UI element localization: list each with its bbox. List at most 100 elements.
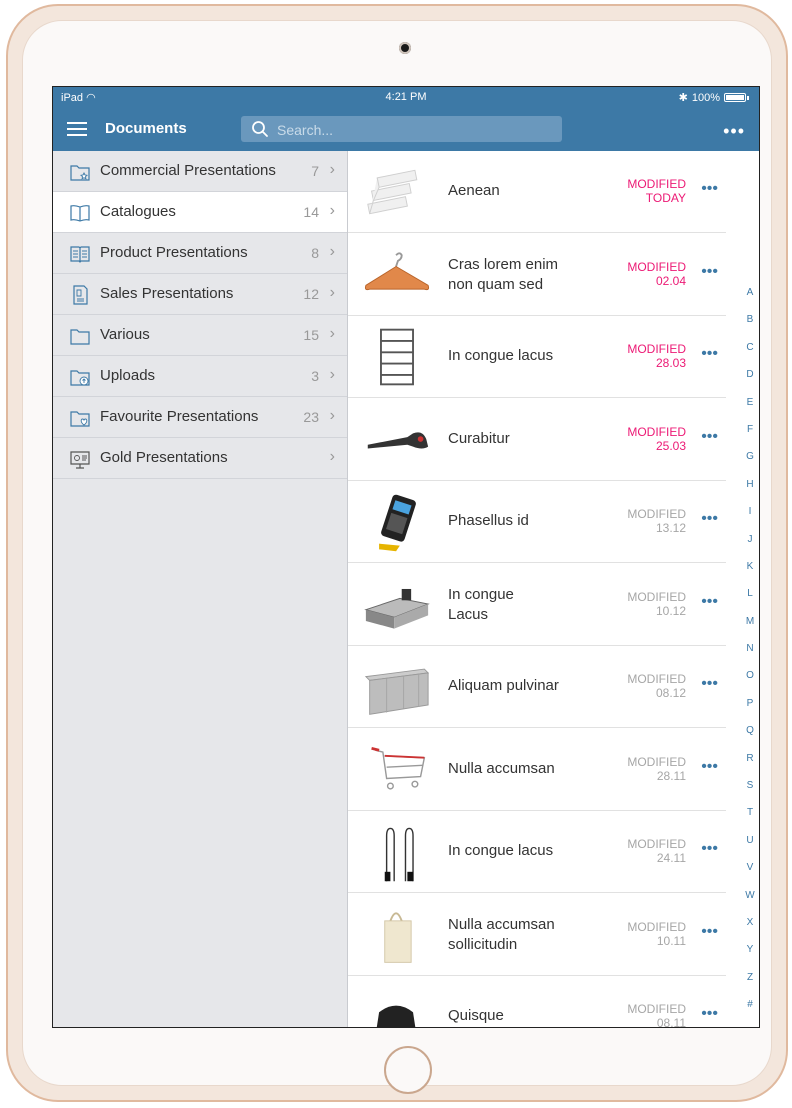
sidebar-item-product-presentations[interactable]: Product Presentations 8 ›: [53, 233, 347, 274]
alphabet-index-letter[interactable]: S: [739, 780, 759, 807]
document-row[interactable]: Phasellus id MODIFIED 13.12 •••: [348, 481, 726, 563]
alphabet-index-letter[interactable]: L: [739, 588, 759, 615]
search-icon: [252, 121, 268, 137]
app-screen: iPad ◠ 4:21 PM ✱ 100% Documents ••• Comm…: [52, 86, 760, 1028]
home-button[interactable]: [384, 1046, 432, 1094]
document-row[interactable]: Nulla accumsan MODIFIED 28.11 •••: [348, 729, 726, 811]
modified-label: MODIFIED 08.12: [627, 672, 686, 700]
row-more-icon[interactable]: •••: [701, 345, 718, 363]
sidebar-item-favourite-presentations[interactable]: Favourite Presentations 23 ›: [53, 397, 347, 438]
document-title: Cras lorem enim non quam sed: [448, 255, 598, 295]
sidebar-item-count: 14: [303, 204, 319, 220]
sidebar-item-catalogues[interactable]: Catalogues 14 ›: [53, 192, 347, 233]
search-input[interactable]: [275, 118, 559, 142]
sidebar-item-gold-presentations[interactable]: Gold Presentations ›: [53, 438, 347, 479]
sidebar-item-count: 15: [303, 327, 319, 343]
alphabet-index-letter[interactable]: Z: [739, 972, 759, 999]
row-more-icon[interactable]: •••: [701, 593, 718, 611]
alphabet-index-letter[interactable]: C: [739, 342, 759, 369]
more-options-icon[interactable]: •••: [723, 121, 745, 142]
document-row[interactable]: In congue lacus MODIFIED 24.11 •••: [348, 811, 726, 893]
alphabet-index-letter[interactable]: E: [739, 397, 759, 424]
document-title-line-1: Nulla accumsan: [448, 915, 555, 933]
modified-label: MODIFIED TODAY: [627, 177, 686, 205]
alphabet-index-letter[interactable]: F: [739, 424, 759, 451]
alphabet-index-letter[interactable]: #: [739, 999, 759, 1026]
document-row[interactable]: Aliquam pulvinar MODIFIED 08.12 •••: [348, 646, 726, 728]
alphabet-index-letter[interactable]: T: [739, 807, 759, 834]
row-more-icon[interactable]: •••: [701, 510, 718, 528]
sidebar-item-various[interactable]: Various 15 ›: [53, 315, 347, 356]
alphabet-index-letter[interactable]: D: [739, 369, 759, 396]
document-title-line-1: Nulla accumsan: [448, 759, 555, 777]
document-title-line-1: Curabitur: [448, 429, 510, 447]
folder-icon: [69, 325, 91, 347]
modified-label: MODIFIED 10.11: [627, 920, 686, 948]
row-more-icon[interactable]: •••: [701, 428, 718, 446]
document-list[interactable]: A B C D E F G H I J K L M N O P Q R S T U V W X Y Z # Aenean MODIFI…: [348, 151, 759, 1027]
document-title-line-1: Phasellus id: [448, 512, 529, 529]
sidebar-item-label: Uploads: [100, 367, 156, 384]
alphabet-index-letter[interactable]: Q: [739, 725, 759, 752]
row-more-icon[interactable]: •••: [701, 1005, 718, 1023]
status-bar: iPad ◠ 4:21 PM ✱ 100%: [53, 87, 759, 109]
chevron-right-icon: ›: [329, 366, 335, 383]
alphabet-index-letter[interactable]: X: [739, 917, 759, 944]
sidebar-item-count: 7: [311, 163, 319, 179]
document-row[interactable]: In congue lacus MODIFIED 28.03 •••: [348, 316, 726, 398]
alphabet-index-letter[interactable]: U: [739, 835, 759, 862]
alphabet-index-letter[interactable]: P: [739, 698, 759, 725]
document-row[interactable]: Nulla accumsan sollicitudin MODIFIED 10.11 •…: [348, 894, 726, 976]
row-more-icon[interactable]: •••: [701, 263, 718, 281]
row-more-icon[interactable]: •••: [701, 180, 718, 198]
document-thumbnail: [364, 251, 430, 290]
modified-date: 13.12: [655, 521, 686, 535]
page-title: Documents: [105, 120, 187, 137]
alphabet-index-letter[interactable]: W: [739, 890, 759, 917]
document-row[interactable]: Cras lorem enim non quam sed MODIFIED 02.04…: [348, 234, 726, 316]
document-thumbnail: [376, 1005, 416, 1027]
folder-star-icon: [69, 161, 91, 183]
modified-text: MODIFIED: [627, 1002, 686, 1016]
row-more-icon[interactable]: •••: [701, 758, 718, 776]
sidebar-item-label: Sales Presentations: [100, 285, 234, 302]
alphabet-index-letter[interactable]: A: [739, 287, 759, 314]
alphabet-index-letter[interactable]: I: [739, 506, 759, 533]
document-title-line-1: Aliquam pulvinar: [448, 677, 559, 694]
menu-icon[interactable]: [67, 121, 87, 137]
row-more-icon[interactable]: •••: [701, 840, 718, 858]
modified-date: 28.03: [655, 356, 686, 370]
sidebar-item-count: 8: [311, 245, 319, 261]
sidebar: Commercial Presentations 7 › Catalogues 14 › P…: [53, 151, 348, 1027]
modified-text: MODIFIED: [627, 507, 686, 521]
document-row[interactable]: Quisque MODIFIED 08.11 •••: [348, 976, 726, 1027]
document-row[interactable]: Curabitur MODIFIED 25.03 •••: [348, 399, 726, 481]
battery-tip: [747, 95, 749, 100]
document-row[interactable]: In congue Lacus MODIFIED 10.12 •••: [348, 564, 726, 646]
modified-text: MODIFIED: [627, 589, 686, 604]
alphabet-index-letter[interactable]: B: [739, 314, 759, 341]
alphabet-index-letter[interactable]: H: [739, 479, 759, 506]
row-more-icon[interactable]: •••: [701, 675, 718, 693]
alphabet-index-letter[interactable]: J: [739, 534, 759, 561]
alphabet-index-letter[interactable]: O: [739, 670, 759, 697]
alphabet-index-letter[interactable]: Y: [739, 944, 759, 971]
alphabet-index-letter[interactable]: M: [739, 616, 759, 643]
folder-upload-icon: [69, 366, 91, 388]
alphabet-index-letter[interactable]: R: [739, 753, 759, 780]
search-bar[interactable]: [241, 116, 562, 142]
open-book-icon: [69, 243, 91, 265]
modified-text: MODIFIED: [627, 342, 686, 356]
document-title-line-1: Quisque: [448, 1007, 504, 1024]
alphabet-index-letter[interactable]: N: [739, 643, 759, 670]
sidebar-item-sales-presentations[interactable]: Sales Presentations 12 ›: [53, 274, 347, 315]
sidebar-item-uploads[interactable]: Uploads 3 ›: [53, 356, 347, 397]
alphabet-index-letter[interactable]: G: [739, 451, 759, 478]
document-title: Nulla accumsan: [448, 759, 598, 779]
alphabet-index-letter[interactable]: K: [739, 561, 759, 588]
document-row[interactable]: Aenean MODIFIED TODAY •••: [348, 151, 726, 233]
alphabet-index-letter[interactable]: V: [739, 862, 759, 889]
alphabet-index[interactable]: A B C D E F G H I J K L M N O P Q R S T U V W X Y Z #: [739, 287, 759, 1027]
sidebar-item-commercial-presentations[interactable]: Commercial Presentations 7 ›: [53, 151, 347, 192]
row-more-icon[interactable]: •••: [701, 923, 718, 941]
